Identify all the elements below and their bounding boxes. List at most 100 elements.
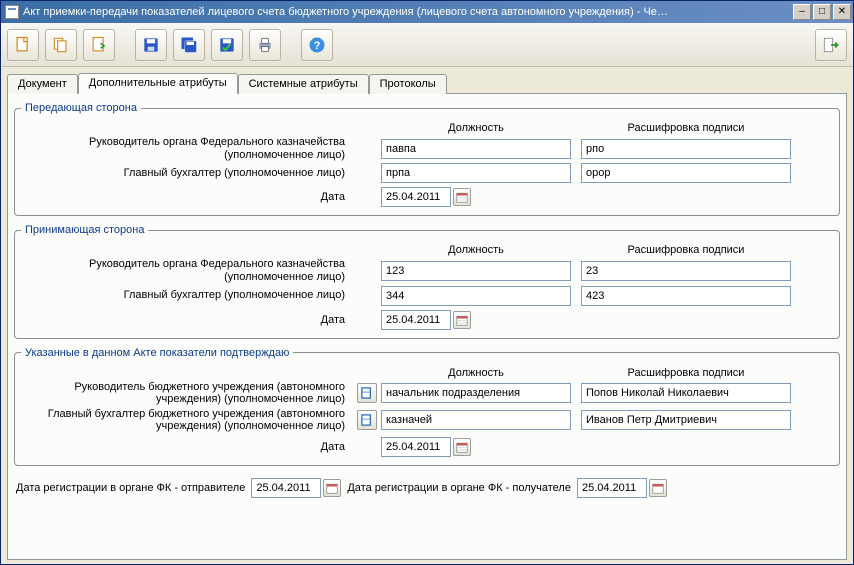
copy-doc-icon [51, 35, 71, 55]
print-button[interactable] [249, 29, 281, 61]
receiver-header-row: Должность Расшифровка подписи [21, 244, 833, 256]
confirm-head-row: Руководитель бюджетного учреждения (авто… [21, 381, 833, 406]
col-signature-header: Расшифровка подписи [581, 122, 791, 134]
window-title: Акт приемки-передачи показателей лицевог… [23, 6, 793, 18]
tab-panel: Передающая сторона Должность Расшифровка… [7, 93, 847, 560]
footer-receiver-calendar-button[interactable] [649, 479, 667, 497]
export-doc-button[interactable] [83, 29, 115, 61]
confirm-acc-signature-input[interactable] [581, 410, 791, 430]
sender-head-position-input[interactable] [381, 139, 571, 159]
confirm-header-row: Должность Расшифровка подписи [21, 367, 833, 379]
footer-row: Дата регистрации в органе ФК - отправите… [14, 474, 840, 500]
confirm-date-label: Дата [21, 441, 351, 453]
receiver-head-label: Руководитель органа Федерального казначе… [21, 258, 351, 283]
sender-date-calendar-button[interactable] [453, 188, 471, 206]
calendar-icon [456, 314, 468, 326]
calendar-icon [652, 482, 664, 494]
group-receiver-legend: Принимающая сторона [21, 224, 148, 236]
help-icon: ? [307, 35, 327, 55]
receiver-date-calendar-button[interactable] [453, 311, 471, 329]
receiver-acc-signature-input[interactable] [581, 286, 791, 306]
col-position-header: Должность [381, 122, 571, 134]
footer-sender-calendar-button[interactable] [323, 479, 341, 497]
tab-system-attributes[interactable]: Системные атрибуты [238, 74, 369, 94]
save-button[interactable] [135, 29, 167, 61]
content-area: Документ Дополнительные атрибуты Системн… [1, 67, 853, 564]
receiver-acc-label: Главный бухгалтер (уполномоченное лицо) [21, 289, 351, 302]
floppy-icon [141, 35, 161, 55]
minimize-button[interactable]: – [793, 4, 811, 20]
sender-acc-label: Главный бухгалтер (уполномоченное лицо) [21, 167, 351, 180]
receiver-date-row: Дата [21, 310, 833, 330]
document-icon [5, 5, 19, 19]
sender-date-input[interactable] [381, 187, 451, 207]
footer-sender-date-input[interactable] [251, 478, 321, 498]
receiver-date-label: Дата [21, 314, 351, 326]
group-confirm: Указанные в данном Акте показатели подтв… [14, 347, 840, 467]
window-controls: – □ ✕ [793, 4, 851, 20]
toolbar: ? [1, 23, 853, 67]
exit-icon [821, 35, 841, 55]
confirm-head-signature-input[interactable] [581, 383, 791, 403]
new-doc-icon [13, 35, 33, 55]
sender-head-row: Руководитель органа Федерального казначе… [21, 136, 833, 161]
tab-extra-attributes[interactable]: Дополнительные атрибуты [78, 73, 238, 94]
confirm-acc-position-input[interactable] [381, 410, 571, 430]
group-sender-legend: Передающая сторона [21, 102, 141, 114]
sender-acc-row: Главный бухгалтер (уполномоченное лицо) [21, 163, 833, 183]
col-position-header: Должность [381, 244, 571, 256]
receiver-acc-position-input[interactable] [381, 286, 571, 306]
footer-receiver-label: Дата регистрации в органе ФК - получател… [347, 482, 571, 494]
receiver-head-position-input[interactable] [381, 261, 571, 281]
sender-date-row: Дата [21, 187, 833, 207]
new-doc-button[interactable] [7, 29, 39, 61]
confirm-date-calendar-button[interactable] [453, 438, 471, 456]
floppy-check-icon [217, 35, 237, 55]
tabs: Документ Дополнительные атрибуты Системн… [7, 73, 847, 94]
footer-receiver-date-input[interactable] [577, 478, 647, 498]
tab-document[interactable]: Документ [7, 74, 78, 94]
group-sender: Передающая сторона Должность Расшифровка… [14, 102, 840, 216]
footer-sender-label: Дата регистрации в органе ФК - отправите… [16, 482, 245, 494]
tab-protocols[interactable]: Протоколы [369, 74, 447, 94]
window: Акт приемки-передачи показателей лицевог… [0, 0, 854, 565]
save-all-button[interactable] [173, 29, 205, 61]
calendar-icon [326, 482, 338, 494]
confirm-head-lookup-button[interactable] [357, 383, 377, 403]
book-icon [360, 386, 374, 400]
book-icon [360, 413, 374, 427]
sender-date-label: Дата [21, 191, 351, 203]
floppy-multi-icon [179, 35, 199, 55]
print-icon [255, 35, 275, 55]
sender-head-label: Руководитель органа Федерального казначе… [21, 136, 351, 161]
confirm-head-label: Руководитель бюджетного учреждения (авто… [21, 381, 351, 406]
confirm-acc-lookup-button[interactable] [357, 410, 377, 430]
copy-doc-button[interactable] [45, 29, 77, 61]
export-doc-icon [89, 35, 109, 55]
confirm-date-row: Дата [21, 437, 833, 457]
titlebar: Акт приемки-передачи показателей лицевог… [1, 1, 853, 23]
group-confirm-legend: Указанные в данном Акте показатели подтв… [21, 347, 293, 359]
sender-acc-signature-input[interactable] [581, 163, 791, 183]
calendar-icon [456, 191, 468, 203]
help-button[interactable]: ? [301, 29, 333, 61]
receiver-head-signature-input[interactable] [581, 261, 791, 281]
col-signature-header: Расшифровка подписи [581, 367, 791, 379]
receiver-acc-row: Главный бухгалтер (уполномоченное лицо) [21, 286, 833, 306]
receiver-head-row: Руководитель органа Федерального казначе… [21, 258, 833, 283]
confirm-acc-row: Главный бухгалтер бюджетного учреждения … [21, 408, 833, 433]
calendar-icon [456, 441, 468, 453]
save-ok-button[interactable] [211, 29, 243, 61]
receiver-date-input[interactable] [381, 310, 451, 330]
sender-head-signature-input[interactable] [581, 139, 791, 159]
close-button[interactable]: ✕ [833, 4, 851, 20]
sender-header-row: Должность Расшифровка подписи [21, 122, 833, 134]
confirm-head-position-input[interactable] [381, 383, 571, 403]
confirm-date-input[interactable] [381, 437, 451, 457]
sender-acc-position-input[interactable] [381, 163, 571, 183]
svg-text:?: ? [314, 40, 321, 52]
maximize-button[interactable]: □ [813, 4, 831, 20]
group-receiver: Принимающая сторона Должность Расшифровк… [14, 224, 840, 338]
exit-button[interactable] [815, 29, 847, 61]
col-signature-header: Расшифровка подписи [581, 244, 791, 256]
